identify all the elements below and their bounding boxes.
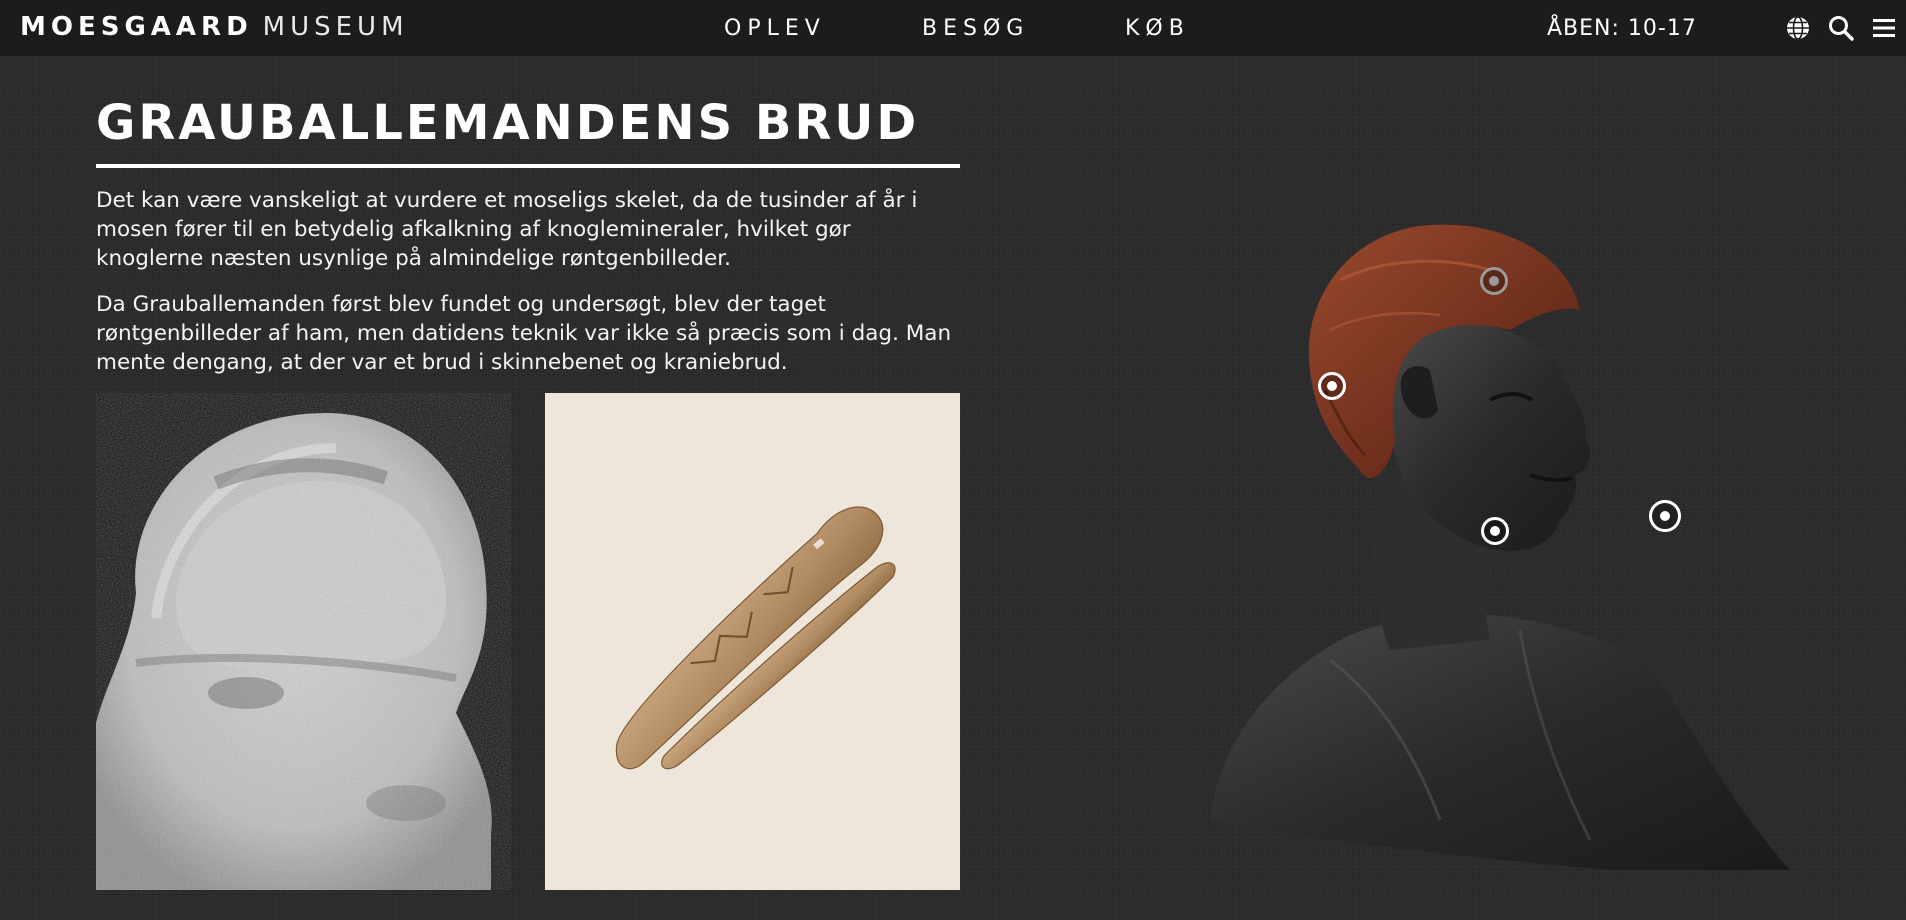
logo-text-light: MUSEUM — [262, 12, 409, 42]
search-icon[interactable] — [1827, 14, 1855, 42]
article-paragraph-2: Da Grauballemanden først blev fundet og … — [96, 292, 952, 375]
menu-icon[interactable] — [1870, 14, 1898, 42]
top-navigation-bar: MOESGAARD MUSEUM OPLEV BESØG KØB ÅBEN: 1… — [0, 0, 1906, 56]
nav-item-besog[interactable]: BESØG — [922, 0, 1029, 56]
3d-bone-scan-image — [545, 393, 960, 890]
nav-item-kob[interactable]: KØB — [1125, 0, 1190, 56]
hotspot-neck-marker[interactable] — [1481, 517, 1509, 545]
hotspot-hair-marker[interactable] — [1480, 267, 1508, 295]
hotspot-mouth-marker[interactable] — [1649, 500, 1681, 532]
xray-skull-image — [96, 393, 511, 890]
museum-logo[interactable]: MOESGAARD MUSEUM — [20, 10, 409, 44]
opening-hours[interactable]: ÅBEN: 10-17 — [1547, 0, 1697, 56]
logo-text-bold: MOESGAARD — [20, 12, 253, 42]
grauballe-man-3d-figure — [1190, 220, 1830, 880]
title-divider — [96, 164, 960, 168]
hotspot-skull-marker[interactable] — [1318, 372, 1346, 400]
page-title: GRAUBALLEMANDENS BRUD — [96, 95, 920, 151]
article-paragraph-1: Det kan være vanskeligt at vurdere et mo… — [96, 188, 918, 271]
nav-item-oplev[interactable]: OPLEV — [724, 0, 826, 56]
globe-icon[interactable] — [1784, 14, 1812, 42]
